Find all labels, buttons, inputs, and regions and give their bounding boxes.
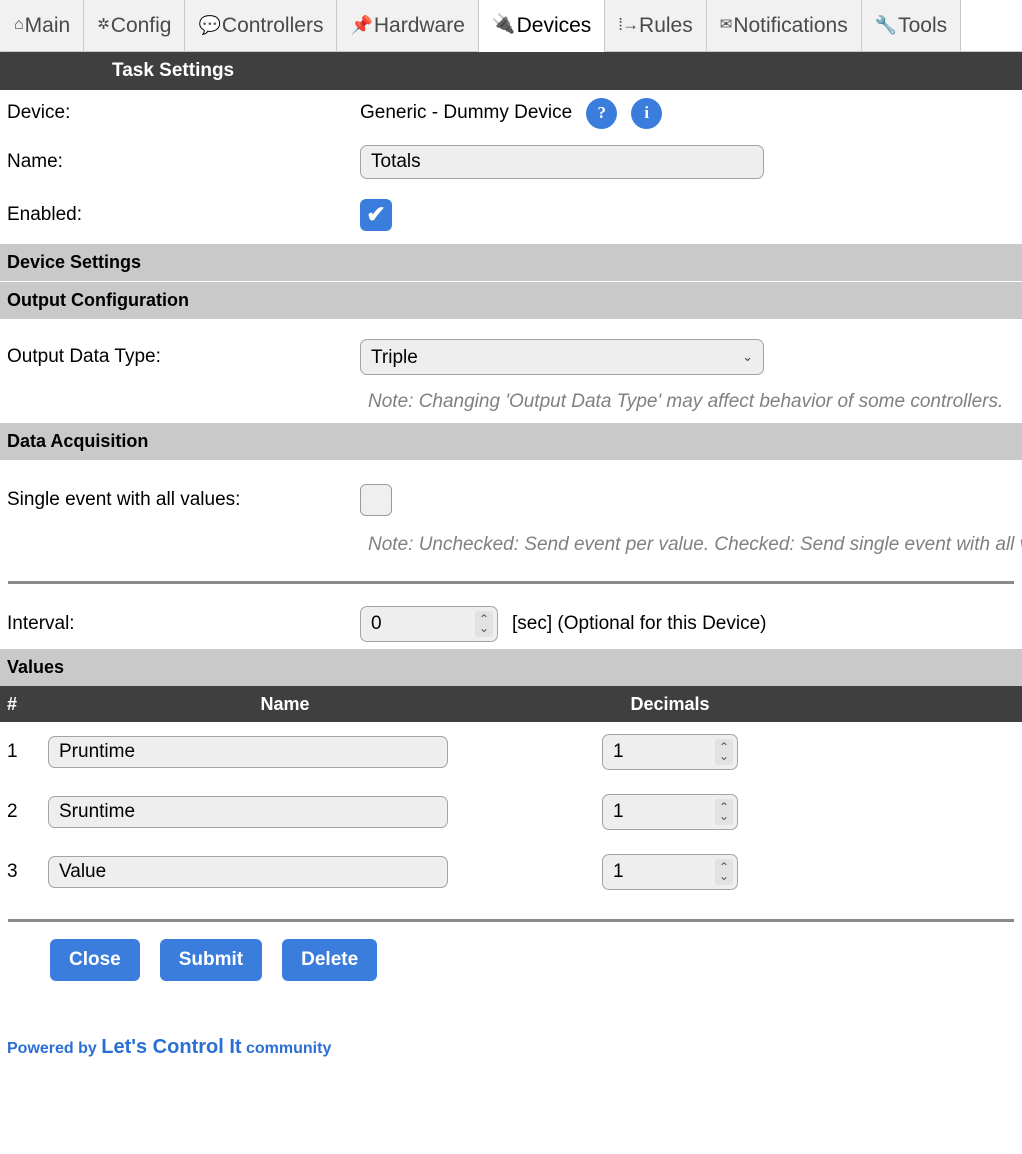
close-button[interactable]: Close [50,939,140,981]
single-event-row: Single event with all values: [0,474,1022,526]
pushpin-icon: 📌 [350,14,373,35]
enabled-label: Enabled: [7,204,83,225]
stepper-arrows-icon[interactable]: ⌃ ⌄ [475,611,493,637]
footer-credit: Powered by Let's Control It community [0,981,1022,1059]
column-header-number: # [7,693,18,714]
value-name-input[interactable] [48,736,448,768]
section-device-settings: Device Settings [0,244,1022,281]
enabled-row: Enabled: ✔ [0,188,1022,242]
info-icon[interactable]: i [631,97,663,129]
name-row: Name: [0,136,1022,188]
nav-tab-devices[interactable]: 🔌 Devices [478,0,606,52]
divider-bottom [8,919,1014,922]
single-event-checkbox[interactable] [360,484,392,516]
nav-tab-rules[interactable]: ⁞→ Rules [605,0,707,52]
divider-top [8,581,1014,584]
plug-icon: 🔌 [491,14,516,35]
footer-part-1: Powered by [7,1040,102,1057]
interval-suffix: [sec] (Optional for this Device) [512,613,767,634]
output-data-type-row: Output Data Type: Triple ⌄ [0,331,1022,383]
nav-tab-config[interactable]: ✲ Config [84,0,186,52]
decimals-stepper[interactable]: ⌃⌄ [602,794,738,830]
envelope-icon: ✉ [719,16,733,33]
check-icon: ✔ [366,200,386,227]
row-index: 3 [7,861,18,882]
values-table-header: # Name Decimals [0,686,1022,722]
single-event-label: Single event with all values: [7,489,241,510]
stepper-arrows-icon[interactable]: ⌃ ⌄ [715,739,733,765]
wrench-icon: 🔧 [874,14,898,35]
nav-tab-hardware[interactable]: 📌 Hardware [337,0,479,52]
table-row: 2 ⌃⌄ [0,782,1022,842]
flow-arrow-icon: ⁞→ [618,15,639,34]
device-label: Device: [7,102,71,123]
nav-tab-tools[interactable]: 🔧 Tools [861,0,962,52]
nav-tab-label: Controllers [221,13,324,37]
nav-tab-label: Hardware [373,13,465,37]
nav-tab-label: Rules [639,13,693,37]
interval-row: Interval: ⌃⌄ [sec] (Optional for this De… [0,601,1022,647]
section-data-acquisition: Data Acquisition [0,423,1022,460]
table-row: 3 ⌃⌄ [0,842,1022,902]
interval-label: Interval: [7,613,75,634]
submit-button[interactable]: Submit [159,939,263,981]
column-header-decimals: Decimals [630,693,710,714]
nav-tab-controllers[interactable]: 💬 Controllers [185,0,338,52]
single-event-note: Note: Unchecked: Send event per value. C… [368,534,1022,555]
enabled-checkbox[interactable]: ✔ [360,199,392,231]
device-row: Device: Generic - Dummy Device ? i [0,90,1022,136]
interval-stepper[interactable]: ⌃⌄ [360,606,498,642]
value-name-input[interactable] [48,856,448,888]
stepper-arrows-icon[interactable]: ⌃ ⌄ [715,859,733,885]
name-input[interactable] [360,145,764,179]
nav-tab-label: Devices [516,13,592,37]
name-label: Name: [7,151,63,172]
nav-tab-main[interactable]: ⌂ Main [0,0,85,52]
row-index: 1 [7,741,18,762]
nav-tab-label: Notifications [733,13,848,37]
value-name-input[interactable] [48,796,448,828]
nav-tab-label: Tools [898,13,948,37]
output-data-type-note: Note: Changing 'Output Data Type' may af… [368,391,1004,412]
table-row: 1 ⌃⌄ [0,722,1022,782]
house-icon: ⌂ [14,15,24,33]
speech-bubble-icon: 💬 [198,14,221,35]
stepper-arrows-icon[interactable]: ⌃ ⌄ [715,799,733,825]
row-index: 2 [7,801,18,822]
page-title: Task Settings [0,52,1022,90]
device-value: Generic - Dummy Device [360,102,573,123]
section-output-configuration: Output Configuration [0,282,1022,319]
action-buttons: Close Submit Delete [0,939,1022,981]
column-header-name: Name [260,693,310,714]
nav-tab-label: Main [24,13,71,37]
decimals-stepper[interactable]: ⌃⌄ [602,854,738,890]
output-data-type-select[interactable]: Triple [360,339,764,375]
delete-button[interactable]: Delete [282,939,378,981]
output-data-type-label: Output Data Type: [7,346,161,367]
nav-tab-label: Config [110,13,172,37]
decimals-stepper[interactable]: ⌃⌄ [602,734,738,770]
section-values: Values [0,649,1022,686]
nav-tab-notifications[interactable]: ✉ Notifications [706,0,862,52]
footer-brand[interactable]: Let's Control It [101,1036,241,1058]
footer-part-3: community [241,1040,332,1057]
main-navigation: ⌂ Main ✲ Config 💬 Controllers 📌 Hardware 🔌 De… [0,0,1022,52]
help-icon[interactable]: ? [586,97,618,129]
gear-icon: ✲ [97,16,110,33]
